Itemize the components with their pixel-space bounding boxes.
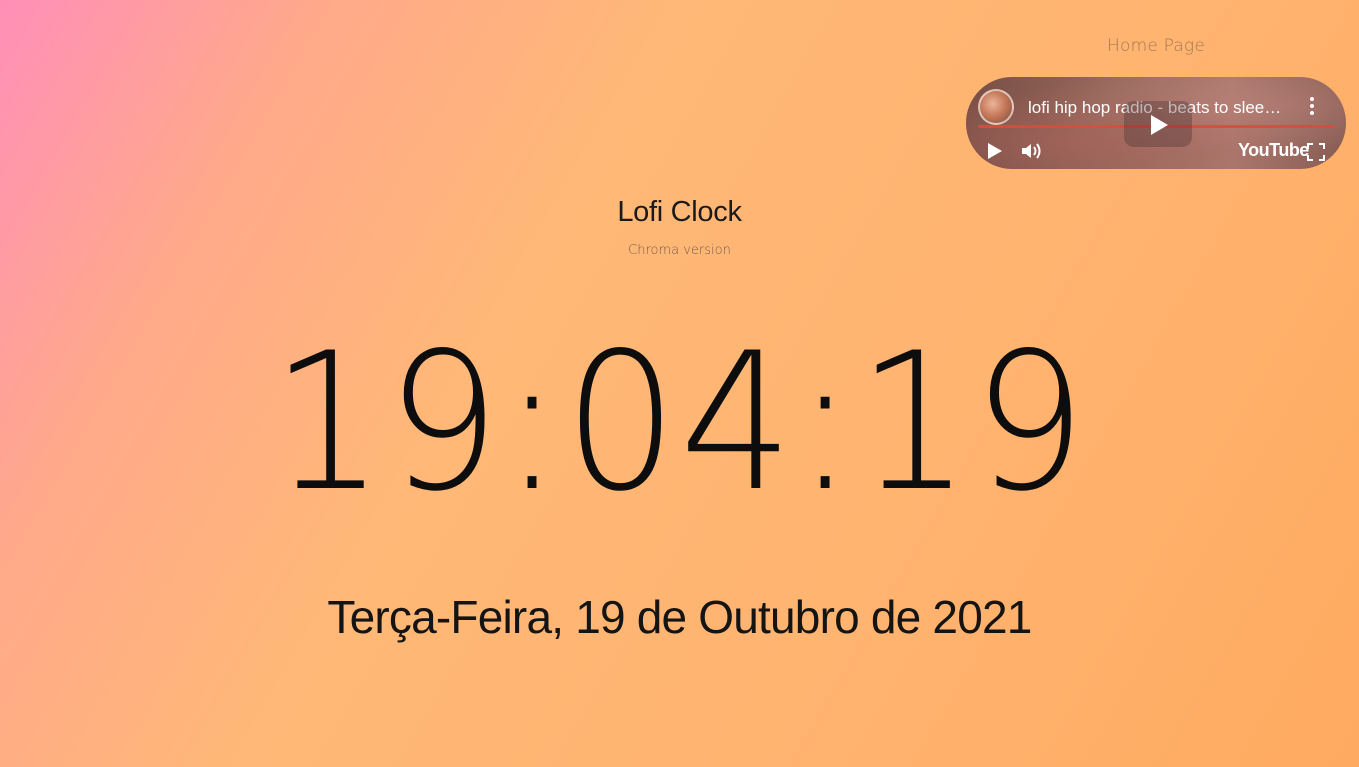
channel-avatar-icon[interactable] <box>978 89 1014 125</box>
home-page-link[interactable]: Home Page <box>1080 36 1232 56</box>
youtube-logo[interactable]: YouTube <box>1238 140 1309 161</box>
clock-time: 19:04:19 <box>270 312 1089 533</box>
clock-date: Terça-Feira, 19 de Outubro de 2021 <box>327 591 1032 643</box>
youtube-player[interactable]: lofi hip hop radio - beats to sleep/chil… <box>966 77 1346 169</box>
volume-icon[interactable] <box>1020 141 1044 161</box>
big-play-button[interactable] <box>1124 101 1192 147</box>
play-icon[interactable] <box>988 143 1002 159</box>
page-title: Lofi Clock <box>617 196 742 228</box>
more-vertical-icon[interactable] <box>1308 97 1316 121</box>
fullscreen-icon[interactable] <box>1307 143 1325 161</box>
page-subtitle: Chroma version <box>628 243 731 258</box>
